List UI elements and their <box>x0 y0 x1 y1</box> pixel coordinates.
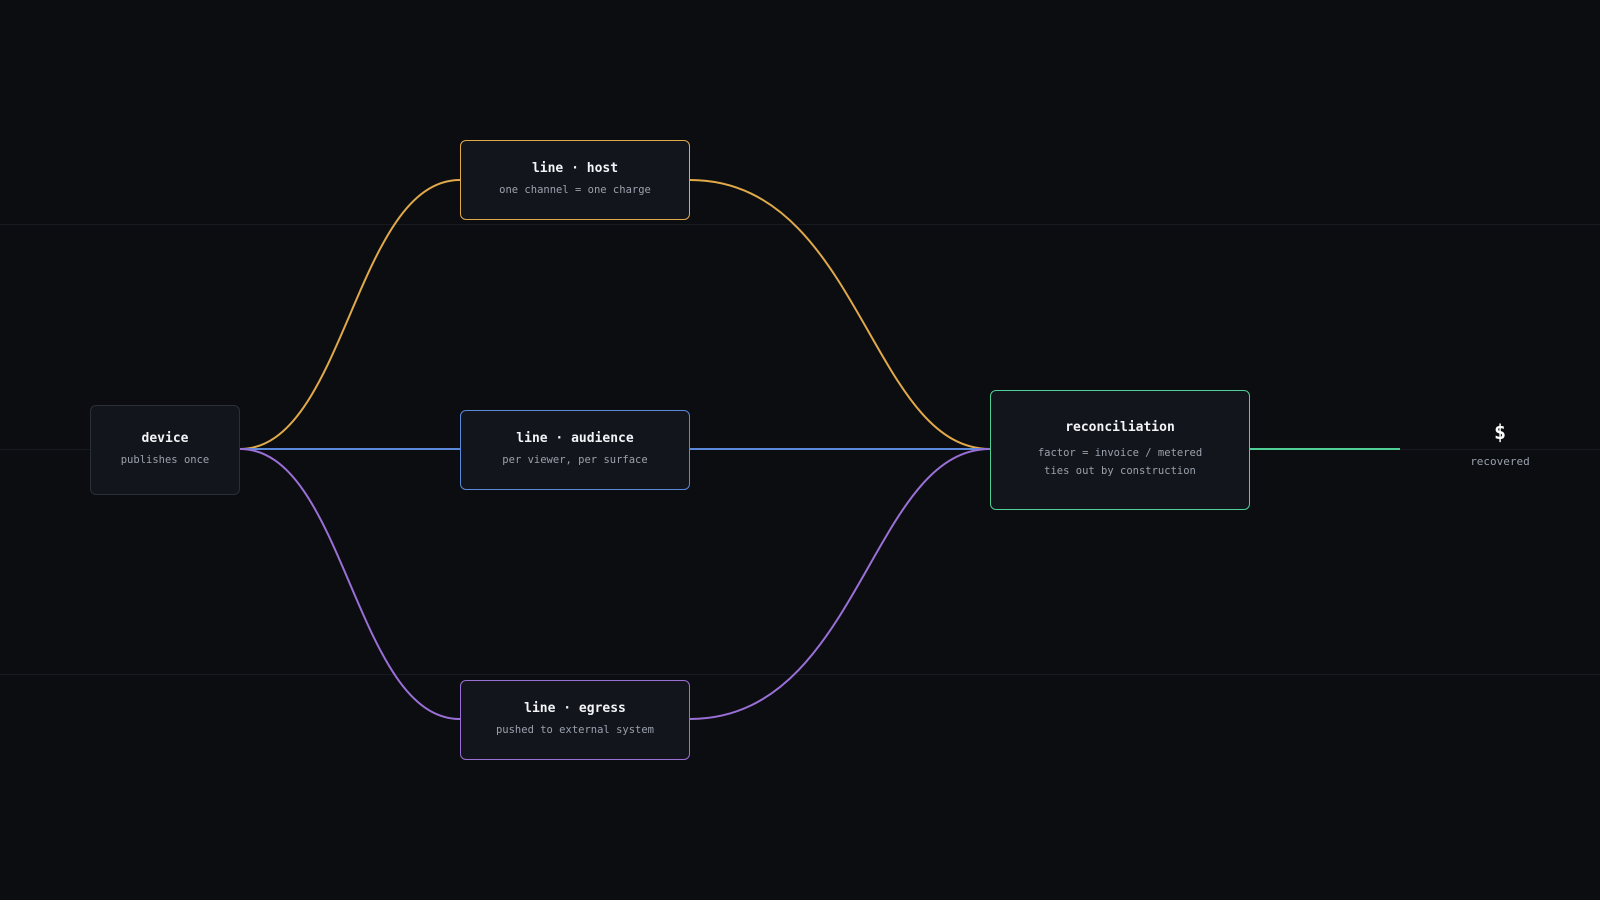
device-node[interactable]: device publishes once <box>90 405 240 495</box>
egress-line-subtitle: pushed to external system <box>495 724 655 736</box>
host-line-title: line · host <box>531 161 619 176</box>
edge-device-host <box>239 179 461 450</box>
host-line-subtitle: one channel = one charge <box>499 184 651 196</box>
egress-line-title: line · egress <box>524 701 626 716</box>
dollar-symbol: $ <box>1493 420 1507 444</box>
reconciliation-node[interactable]: reconciliation factor = invoice / metere… <box>990 390 1250 510</box>
recovered-label: recovered <box>1470 455 1530 468</box>
reconciliation-title: reconciliation <box>1065 420 1175 435</box>
host-line-node[interactable]: line · host one channel = one charge <box>460 140 690 220</box>
edges <box>239 179 1400 720</box>
edge-device-egress <box>239 448 461 720</box>
audience-line-node[interactable]: line · audience per viewer, per surface <box>460 410 690 490</box>
reconciliation-subtitle-line2: ties out by construction <box>1044 465 1196 477</box>
edge-host-reconciliation <box>689 179 991 450</box>
egress-line-node[interactable]: line · egress pushed to external system <box>460 680 690 760</box>
audience-line-title: line · audience <box>516 431 634 446</box>
device-subtitle: publishes once <box>120 454 210 466</box>
reconciliation-subtitle-line1: factor = invoice / metered <box>1037 447 1203 459</box>
audience-line-subtitle: per viewer, per surface <box>502 454 648 466</box>
device-title: device <box>141 431 189 446</box>
edge-egress-reconciliation <box>689 448 991 720</box>
